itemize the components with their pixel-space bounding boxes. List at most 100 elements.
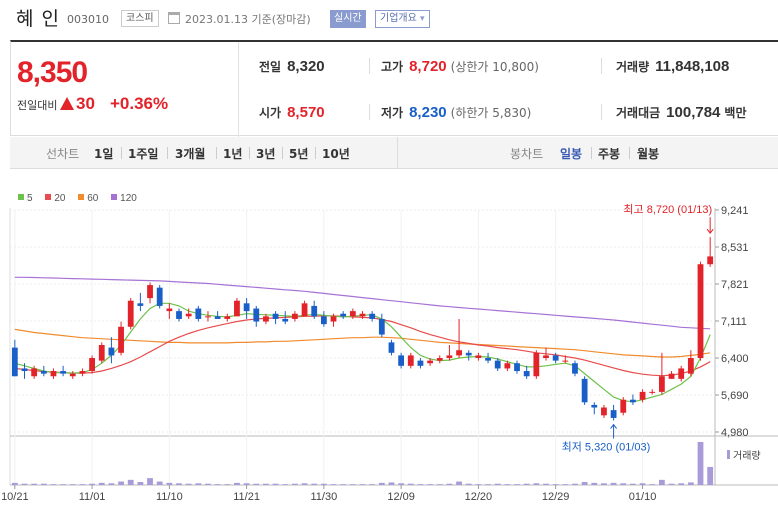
divider [167,147,168,159]
volume-bar [533,483,540,485]
candle-body [301,303,308,317]
volume-bar [108,483,115,485]
volume-bar [320,483,327,485]
market-badge: 코스피 [121,10,159,27]
volume: 거래량 11,848,108 [616,58,729,75]
volume-label: 거래량 [616,60,650,74]
volume-label: 거래량 [733,450,761,462]
stock-header: 혜 인 003010 코스피 2023.01.13 기준(장마감) 실시간 기업… [0,0,778,38]
tab-1w[interactable]: 1주일 [128,145,158,162]
base-date: 2023.01.13 기준(장마감) [185,13,311,26]
volume-bar [398,483,405,485]
candle-body [263,316,269,322]
company-overview-button[interactable]: 기업개요 ▾ [375,10,430,28]
candle-body [417,360,424,366]
volume-bar [195,483,202,485]
volume-bar [98,482,105,485]
candle-body [514,363,520,372]
open-price: 시가 8,570 [259,104,325,121]
candle-body [687,358,694,374]
candle-body [195,308,202,319]
tab-10y[interactable]: 10년 [322,145,350,162]
candle-body [552,355,559,361]
tab-1d[interactable]: 1일 [94,145,113,162]
volume-bar [330,484,337,485]
tab-weekly[interactable]: 주봉 [598,145,620,162]
volume-bar [224,484,231,485]
amount-label: 거래대금 [616,106,661,120]
tab-monthly[interactable]: 월봉 [637,145,659,162]
stock-name: 혜 인 [16,8,60,30]
candle-body [79,371,86,374]
tab-1y[interactable]: 1년 [223,145,242,162]
divider [369,104,370,120]
y-tick-label: 5,690 [721,390,749,402]
volume-bar [562,484,569,485]
volume-bar [407,483,414,485]
candle-body [243,303,250,312]
high-label: 고가 [381,60,404,74]
volume-bar [263,483,269,485]
divider [601,104,602,120]
candle-body [378,318,385,335]
compare-label: 전일대비 [17,99,58,112]
tab-3y[interactable]: 3년 [256,145,275,162]
realtime-button[interactable]: 실시간 [330,10,366,28]
y-tick-label: 9,241 [721,205,749,217]
candle-body [214,316,221,319]
candle-body [320,316,327,325]
chevron-down-icon: ▾ [420,14,425,24]
prev-close: 전일 8,320 [259,58,325,75]
divider [121,147,122,159]
candle-body [543,355,549,359]
low-value: 8,230 [409,104,447,121]
candle-body [697,264,704,359]
trade-amount: 거래대금 100,784 백만 [616,104,747,121]
volume-bar [388,482,395,485]
open-label: 시가 [259,106,282,120]
candle-body [98,344,105,361]
candle-body [234,300,240,317]
volume-bar [166,482,173,485]
volume-bar [234,482,240,485]
x-tick-label: 01/10 [629,491,657,503]
x-tick-label: 12/09 [387,491,415,503]
volume-bar [465,483,472,485]
candle-body [11,347,18,377]
tab-3m[interactable]: 3개월 [175,145,205,162]
candle-body [533,352,540,377]
price-change-value: 30 [76,94,95,113]
volume-bar [301,483,308,485]
candle-body [456,350,462,356]
volume-bar [687,482,694,485]
candle-body [185,313,192,317]
candle-body [127,300,134,327]
volume-bar [668,483,675,485]
volume-bar [475,484,482,485]
candle-body [601,407,607,416]
candle-body [446,355,453,359]
candle-body [427,360,433,364]
candle-body [581,378,588,403]
candle-body [118,326,124,353]
tab-5y[interactable]: 5년 [289,145,308,162]
low-price: 저가 8,230 (하한가 5,830) [381,104,531,121]
volume-bar [707,466,714,485]
candle-body [523,371,530,377]
divider [238,42,239,137]
candlestick-chart[interactable]: 9,241 8,531 7,821 7,111 6,400 5,690 4,980 10/21… [0,200,778,515]
volume-bar [340,484,347,485]
price-change: 30 [60,94,95,114]
tab-daily[interactable]: 일봉 [560,145,582,162]
amount-value: 100,784 [666,104,721,121]
volume-bar [118,481,124,485]
volume-bar [369,484,376,485]
candle-body [572,363,578,374]
volume-bar [697,442,704,485]
candle-body [658,376,665,392]
y-tick-label: 7,821 [721,279,749,291]
volume-bar [678,483,685,485]
volume-bar [581,481,588,485]
divider [397,137,398,169]
volume-bar [156,481,163,485]
